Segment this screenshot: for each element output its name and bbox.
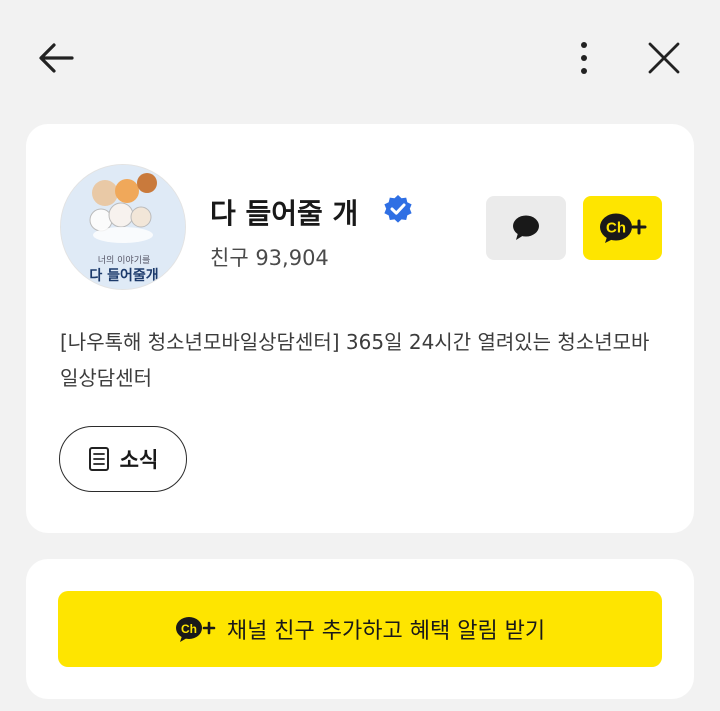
cta-icon-label: Ch [181,622,197,636]
document-icon [88,447,109,471]
channel-profile-card: 너의 이야기를 다 들어줄개 다 들어줄 개 친구 93,904 Ch [나우톡… [26,124,694,533]
verified-badge-icon [384,195,412,223]
chat-bubble-icon [513,215,539,240]
more-options-button[interactable] [560,32,608,84]
top-bar [0,0,720,112]
channel-add-label: Ch [606,220,626,237]
avatar-title: 다 들어줄개 [89,268,159,284]
news-button-label: 소식 [119,448,159,472]
arrow-left-icon [39,43,74,73]
channel-avatar[interactable]: 너의 이야기를 다 들어줄개 [60,164,186,290]
back-button[interactable] [30,32,82,84]
add-friend-benefit-button[interactable]: Ch 채널 친구 추가하고 혜택 알림 받기 [58,591,662,667]
channel-add-cta-card: Ch 채널 친구 추가하고 혜택 알림 받기 [26,559,694,699]
friends-count: 친구 93,904 [210,246,329,270]
chat-button[interactable] [486,196,566,260]
news-button[interactable]: 소식 [59,426,187,492]
close-icon [648,42,680,74]
channel-name: 다 들어줄 개 [210,197,359,230]
more-vertical-icon [581,42,587,74]
add-channel-button[interactable]: Ch [583,196,662,260]
close-button[interactable] [638,32,690,84]
channel-description: [나우톡해 청소년모바일상담센터] 365일 24시간 열려있는 청소년모바일상… [60,330,650,390]
channel-add-icon: Ch [175,617,216,642]
cta-label: 채널 친구 추가하고 혜택 알림 받기 [226,619,546,644]
channel-add-icon: Ch [599,213,646,243]
